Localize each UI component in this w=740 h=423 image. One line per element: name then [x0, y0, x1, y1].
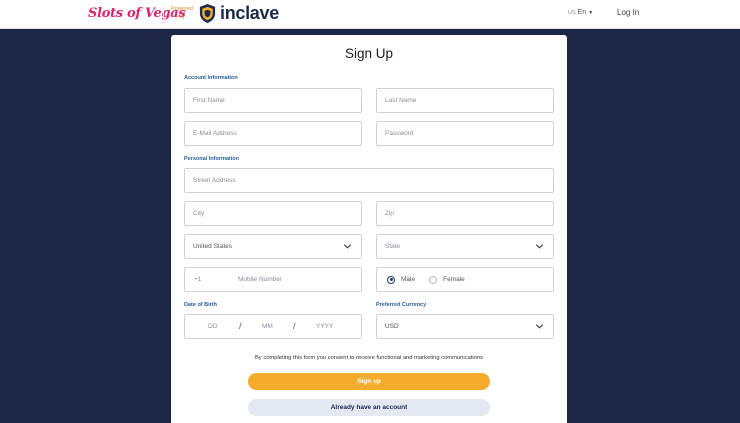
caret-down-icon: ▼ — [588, 9, 594, 16]
state-placeholder: State — [385, 243, 401, 250]
account-information-label: Account Information — [184, 75, 238, 81]
phone-country-code[interactable]: +1 — [194, 276, 201, 283]
chevron-down-icon — [535, 324, 544, 329]
zip-placeholder: Zip — [385, 210, 395, 217]
dob-separator: / — [293, 321, 296, 331]
language-label: En — [577, 9, 587, 16]
dob-day-input[interactable]: DD — [208, 323, 217, 330]
country-value: United States — [193, 243, 233, 250]
brand-divider — [163, 6, 164, 23]
currency-value: USD — [385, 323, 399, 330]
password-field[interactable]: Password — [376, 121, 554, 146]
consent-text: By completing this form you consent to r… — [254, 355, 484, 361]
login-link[interactable]: Log In — [617, 8, 639, 17]
email-field[interactable]: E-Mail Address — [184, 121, 362, 146]
gender-male-label: Male — [401, 276, 416, 283]
password-placeholder: Password — [385, 130, 414, 137]
gender-female-radio[interactable]: Female — [429, 275, 465, 284]
sign-up-button[interactable]: Sign up — [248, 373, 490, 390]
street-address-field[interactable]: Street Address — [184, 168, 554, 193]
already-have-account-button[interactable]: Already have an account — [248, 399, 490, 416]
chevron-down-icon — [343, 244, 352, 249]
currency-select[interactable]: USD — [376, 314, 554, 339]
mobile-number-placeholder: Mobile Number — [238, 276, 283, 283]
powered-by-label: Powered by — [171, 6, 193, 20]
preferred-currency-label: Preferred Currency — [376, 302, 427, 308]
city-placeholder: City — [193, 210, 205, 217]
language-code: US — [568, 9, 576, 16]
dob-month-input[interactable]: MM — [262, 323, 273, 330]
chevron-down-icon — [535, 244, 544, 249]
country-select[interactable]: United States — [184, 234, 362, 259]
state-select[interactable]: State — [376, 234, 554, 259]
mobile-number-field[interactable]: +1 Mobile Number — [184, 267, 362, 292]
gender-radio-group: Male Female — [376, 267, 554, 292]
dob-year-input[interactable]: YYYY — [316, 323, 333, 330]
personal-information-label: Personal Information — [184, 156, 240, 162]
date-of-birth-label: Date of Birth — [184, 302, 217, 308]
last-name-placeholder: Last Name — [385, 97, 417, 104]
dob-separator: / — [239, 321, 242, 331]
last-name-field[interactable]: Last Name — [376, 88, 554, 113]
first-name-placeholder: First Name — [193, 97, 225, 104]
street-address-placeholder: Street Address — [193, 177, 236, 184]
radio-unselected-icon — [429, 275, 438, 284]
gender-male-radio[interactable]: Male — [387, 275, 416, 284]
date-of-birth-field: DD / MM / YYYY — [184, 314, 362, 339]
email-placeholder: E-Mail Address — [193, 130, 237, 137]
radio-selected-icon — [387, 275, 395, 284]
page-title: Sign Up — [344, 46, 394, 61]
zip-field[interactable]: Zip — [376, 201, 554, 226]
gender-female-label: Female — [443, 276, 465, 283]
top-bar: Slots of Vegas Powered by inclave US En … — [0, 0, 740, 29]
signup-card: Sign Up Account Information First Name L… — [171, 35, 567, 423]
first-name-field[interactable]: First Name — [184, 88, 362, 113]
city-field[interactable]: City — [184, 201, 362, 226]
shield-icon — [199, 4, 216, 23]
inclave-logo: inclave — [220, 3, 279, 23]
language-selector[interactable]: US En ▼ — [568, 9, 593, 16]
